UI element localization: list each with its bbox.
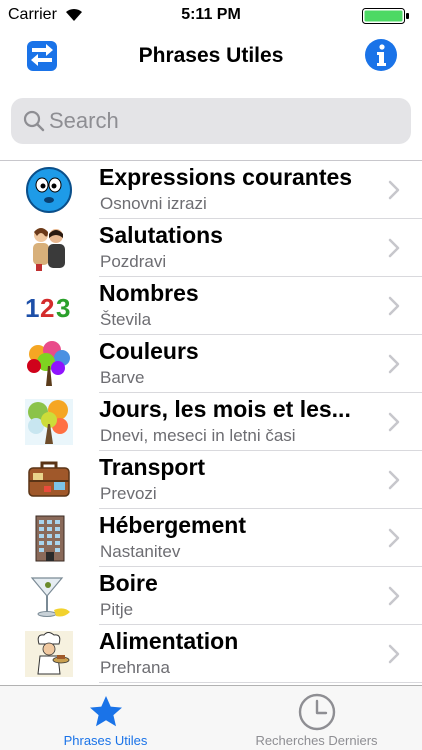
search-area — [0, 84, 422, 160]
info-icon[interactable] — [364, 38, 398, 72]
page-title: Phrases Utiles — [138, 44, 284, 67]
tab-label: Phrases Utiles — [63, 733, 148, 748]
hotel-building-icon — [35, 515, 65, 562]
status-time: 5:11 PM — [181, 6, 241, 23]
navigation-bar: Phrases Utiles — [0, 30, 422, 84]
chevron-right-icon — [388, 644, 400, 664]
item-subtitle: Barve — [100, 368, 145, 387]
chevron-right-icon — [388, 238, 400, 258]
chef-icon — [25, 631, 73, 677]
item-title: Expressions courantes — [99, 164, 353, 190]
list-item[interactable]: Expressions courantes Osnovni izrazi — [0, 161, 422, 219]
item-subtitle: Prevozi — [100, 484, 157, 503]
chevron-right-icon — [388, 296, 400, 316]
battery-icon — [362, 8, 409, 24]
search-field[interactable] — [11, 98, 411, 144]
seasons-tree-icon — [25, 399, 73, 445]
clock-icon — [298, 693, 335, 731]
item-title: Hébergement — [99, 512, 246, 538]
chevron-right-icon — [388, 354, 400, 374]
search-input[interactable] — [49, 98, 399, 144]
numbers-123-icon: 1 2 3 — [25, 293, 70, 323]
category-list: Expressions courantes Osnovni izrazi Sal… — [0, 161, 422, 685]
item-subtitle: Dnevi, meseci in letni časi — [100, 426, 296, 445]
item-title: Alimentation — [99, 628, 239, 654]
item-subtitle: Osnovni izrazi — [100, 194, 207, 213]
list-item[interactable]: Boire Pitje — [0, 567, 422, 625]
item-title: Jours, les mois et les... — [99, 396, 351, 422]
tab-bar: Phrases Utiles Recherches Derniers — [0, 685, 422, 750]
item-subtitle: Pozdravi — [100, 252, 167, 271]
svg-text:1: 1 — [25, 293, 39, 323]
item-subtitle: Pitje — [100, 600, 134, 619]
item-title: Couleurs — [99, 338, 199, 364]
colorful-tree-icon — [27, 341, 70, 386]
tab-phrases-utiles[interactable]: Phrases Utiles — [0, 686, 211, 750]
list-item[interactable]: Salutations Pozdravi — [0, 219, 422, 277]
chevron-right-icon — [388, 528, 400, 548]
smiley-face-icon — [26, 167, 72, 213]
chevron-right-icon — [388, 586, 400, 606]
chevron-right-icon — [388, 180, 400, 200]
list-item[interactable]: Couleurs Barve — [0, 335, 422, 393]
star-icon — [89, 696, 122, 727]
item-title: Nombres — [99, 280, 199, 306]
item-title: Boire — [99, 570, 158, 596]
item-subtitle: Prehrana — [100, 658, 170, 677]
svg-text:3: 3 — [56, 293, 70, 323]
list-item[interactable]: Jours, les mois et les... Dnevi, meseci … — [0, 393, 422, 451]
hugging-people-icon — [33, 228, 65, 271]
svg-text:2: 2 — [40, 293, 54, 323]
cocktail-glass-icon — [30, 577, 70, 617]
item-subtitle: Števila — [100, 310, 152, 329]
tab-recherches-derniers[interactable]: Recherches Derniers — [211, 686, 422, 750]
item-title: Transport — [99, 454, 206, 480]
tab-label: Recherches Derniers — [255, 733, 378, 748]
list-item[interactable]: Alimentation Prehrana — [0, 625, 422, 683]
list-item[interactable]: 1 2 3 Nombres Števila — [0, 277, 422, 335]
item-title: Salutations — [99, 222, 223, 248]
item-subtitle: Nastanitev — [100, 542, 181, 561]
list-item[interactable]: Hébergement Nastanitev — [0, 509, 422, 567]
list-item[interactable]: Transport Prevozi — [0, 451, 422, 509]
chevron-right-icon — [388, 412, 400, 432]
suitcase-icon — [28, 461, 70, 497]
status-bar: Carrier 5:11 PM — [0, 0, 422, 30]
chevron-right-icon — [388, 470, 400, 490]
search-icon — [23, 110, 45, 132]
